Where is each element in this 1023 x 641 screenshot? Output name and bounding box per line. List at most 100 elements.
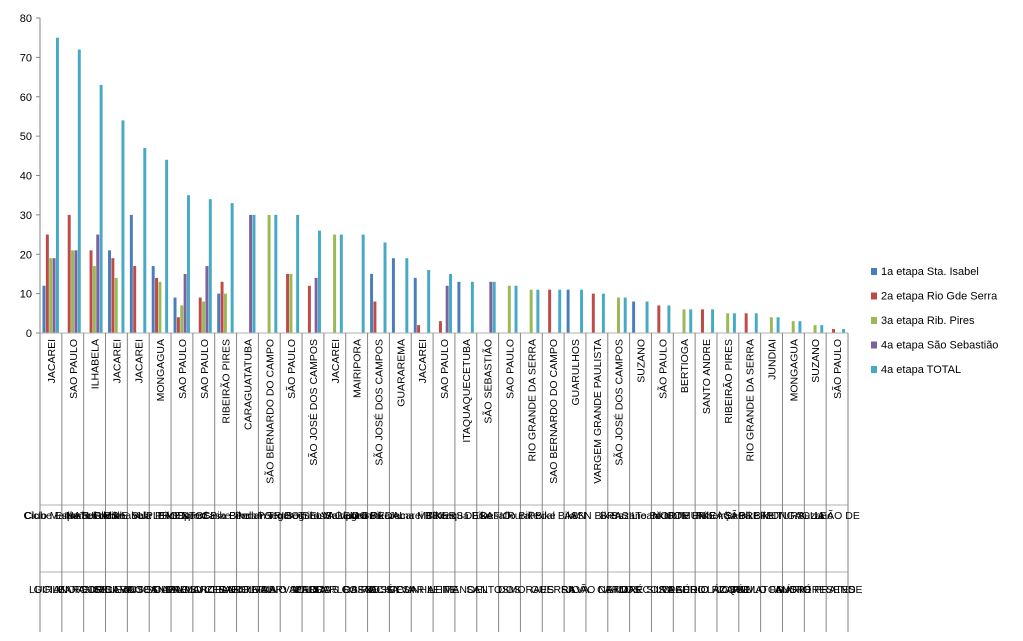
bar [67, 214, 71, 334]
legend-label: 2a etapa Rio Gde Serra [881, 291, 998, 303]
bar [165, 159, 169, 333]
bar [820, 325, 824, 334]
y-tick-label: 20 [20, 249, 32, 261]
bar [129, 214, 133, 334]
x-city-label: GUARAREMA [395, 339, 407, 407]
bar [186, 195, 190, 333]
bar [558, 289, 562, 333]
x-city-label: BERTIOGA [679, 339, 691, 393]
x-city-label: RIBEIRÃO PIRES [220, 339, 233, 424]
bar [151, 266, 155, 333]
x-city-label: MONGAGUA [155, 339, 167, 401]
x-team-label: LEÃO DE [814, 509, 860, 522]
bar [591, 293, 595, 334]
bar [657, 305, 661, 333]
y-tick-label: 10 [20, 289, 32, 301]
bar [52, 258, 56, 333]
x-city-label: SAO PAULO [505, 339, 517, 399]
bar [108, 250, 111, 333]
bar [252, 214, 256, 334]
legend-label: 4a etapa São Sebastião [881, 340, 998, 352]
bar [333, 234, 337, 333]
bar [74, 250, 78, 333]
legend-swatch [871, 341, 877, 349]
bar [314, 277, 318, 334]
x-city-label: SAO PAULO [177, 339, 189, 399]
y-axis: 0 10 20 30 40 50 60 70 80 [20, 13, 41, 340]
bar [438, 321, 442, 333]
x-city-label: SÃO PAULO [656, 339, 669, 399]
bar [274, 214, 278, 334]
bar [383, 242, 387, 333]
x-city-label: JACAREI [133, 339, 145, 383]
bar [514, 285, 518, 333]
bar [507, 285, 511, 333]
x-city-label: RIO GRANDE DA SERRA [745, 339, 757, 462]
bar [208, 199, 212, 334]
x-city-label: SANTO ANDRE [701, 339, 713, 414]
x-city-label: SAO BERNARDO DO CAMPO [548, 339, 560, 484]
y-tick-label: 40 [20, 171, 32, 183]
x-city-label: RIO GRANDE DA SERRA [526, 339, 538, 462]
bar [667, 305, 671, 333]
bar-chart: 0 10 20 30 40 50 60 70 80 JACAREICiclo ManiaGIRL… [20, 13, 998, 632]
bar [548, 289, 552, 333]
x-city-label: JUNDIAI [767, 339, 779, 380]
x-city-label: SÃO BERNARDO DO CAMPO [263, 339, 276, 484]
x-city-label: SÃO PAULO [285, 339, 298, 399]
x-city-label: SÃO JOSÉ DOS CAMPOS [613, 339, 626, 466]
bar [176, 317, 180, 333]
x-city-label: RIBEIRÃO PIRES [722, 339, 735, 424]
x-city-label: SAO PAULO [439, 339, 451, 399]
x-city-label: ILHABELA [90, 339, 102, 389]
y-tick-label: 0 [26, 328, 32, 340]
legend-swatch [871, 292, 877, 300]
x-city-label: MAIRIPORA [352, 339, 364, 398]
bar [361, 234, 365, 333]
bar [769, 317, 773, 333]
bar [111, 258, 115, 333]
bar [754, 313, 758, 333]
bar [413, 277, 417, 334]
bar [99, 84, 103, 333]
y-tick-label: 30 [20, 210, 32, 222]
bar [417, 325, 421, 334]
bar [492, 281, 496, 333]
y-tick-label: 70 [20, 52, 32, 64]
bar [566, 289, 570, 333]
bar [842, 329, 846, 333]
bar [457, 281, 461, 333]
bar [470, 281, 474, 333]
bar [689, 309, 693, 334]
bar [536, 289, 540, 333]
bar [286, 273, 290, 333]
y-tick-label: 60 [20, 92, 32, 104]
bar [832, 329, 835, 333]
bar [776, 317, 780, 333]
legend-label: 4a etapa TOTAL [881, 364, 961, 376]
bar [249, 214, 253, 334]
bar [449, 273, 452, 333]
bar [489, 281, 493, 333]
bar [143, 147, 147, 333]
x-city-label: SÃO JOSÉ DOS CAMPOS [373, 339, 386, 466]
legend-label: 3a etapa Rib. Pires [881, 315, 975, 327]
x-city-label: ITAQUAQUECETUBA [461, 339, 473, 443]
bar [289, 273, 293, 333]
legend: 1a etapa Sta. Isabel 2a etapa Rio Gde Ser… [871, 266, 998, 376]
x-city-label: SÃO SEBASTIÃO [482, 339, 495, 424]
x-city-label: SÃO JOSÉ DOS CAMPOS [307, 339, 320, 466]
bar [158, 281, 162, 333]
x-city-label: JACAREI [330, 339, 342, 383]
bar [391, 258, 395, 333]
x-city-label: VARGEM GRANDE PAULISTA [592, 339, 604, 484]
bar [645, 301, 649, 333]
bar [601, 293, 605, 334]
bar [682, 309, 686, 334]
bar [632, 301, 636, 333]
bar [744, 313, 748, 333]
x-city-label: JACAREI [46, 339, 58, 383]
bar [223, 293, 227, 334]
bar [791, 321, 795, 333]
bar [427, 270, 431, 333]
